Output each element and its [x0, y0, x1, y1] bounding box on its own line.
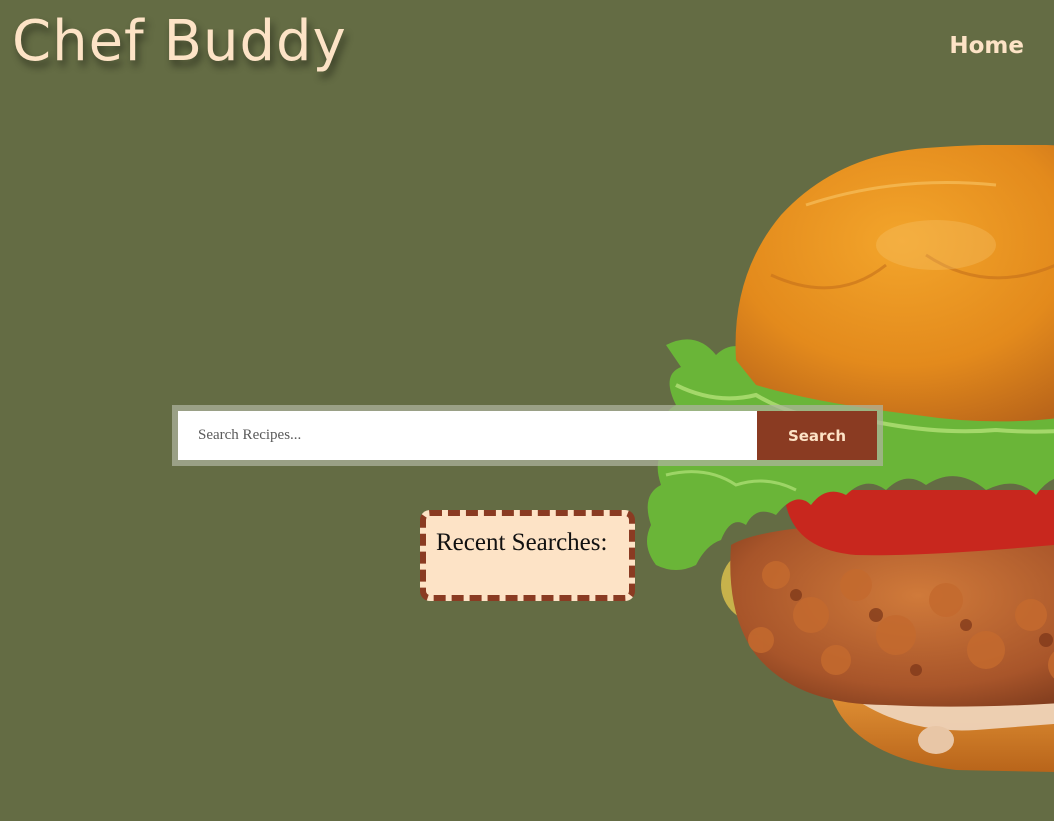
- search-input[interactable]: [178, 411, 757, 460]
- search-bar: Search: [172, 405, 883, 466]
- site-logo[interactable]: Chef Buddy: [12, 14, 347, 70]
- search-button[interactable]: Search: [757, 411, 877, 460]
- recent-searches-title: Recent Searches:: [436, 529, 608, 556]
- nav-link-home[interactable]: Home: [949, 33, 1024, 59]
- recent-searches-panel: Recent Searches:: [420, 510, 635, 601]
